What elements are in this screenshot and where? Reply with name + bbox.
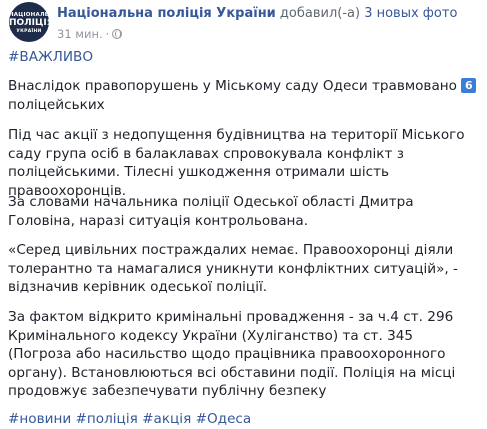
meta-separator: · [105,27,110,41]
avatar-line2: ПОЛІЦІЯ [9,18,49,28]
hashtag-important[interactable]: #ВАЖЛИВО [8,49,93,65]
keycap-six-icon: 6 [461,78,477,93]
paragraph-4: За фактом відкрито кримінальні проваджен… [8,309,456,399]
post-headline: Внаслідок правопорушень у Міському саду … [8,77,478,114]
globe-icon[interactable] [112,29,123,39]
hashtag-police[interactable]: #поліція [76,411,138,427]
headline-text-a: Внаслідок правопорушень у Міському саду … [8,78,457,94]
post-header: Національна поліція України добавил(-а) … [57,6,457,21]
hashtag-odesa[interactable]: #Одеса [196,411,252,427]
hashtag-action[interactable]: #акція [142,411,191,427]
post-meta: 31 мин. · [57,27,123,41]
page-avatar[interactable]: НАЦІОНАЛЬНА ПОЛІЦІЯ УКРАЇНИ [9,2,49,42]
paragraph-2: За словами начальника поліції Одеської о… [8,194,414,229]
hashtag-news[interactable]: #новини [8,411,71,427]
new-photos-link[interactable]: 3 новых фото [364,6,457,21]
avatar-line3: УКРАЇНИ [16,29,42,34]
paragraph-3: «Серед цивільних постраждалих немає. Пра… [8,242,458,295]
headline-text-b: поліцейських [8,96,105,113]
post-timestamp[interactable]: 31 мин. [57,27,103,41]
paragraph-1: Під час акції з недопущення будівництва … [8,127,465,199]
post-action-text: добавил(-а) [275,6,365,21]
page-name-link[interactable]: Національна поліція України [57,6,276,21]
